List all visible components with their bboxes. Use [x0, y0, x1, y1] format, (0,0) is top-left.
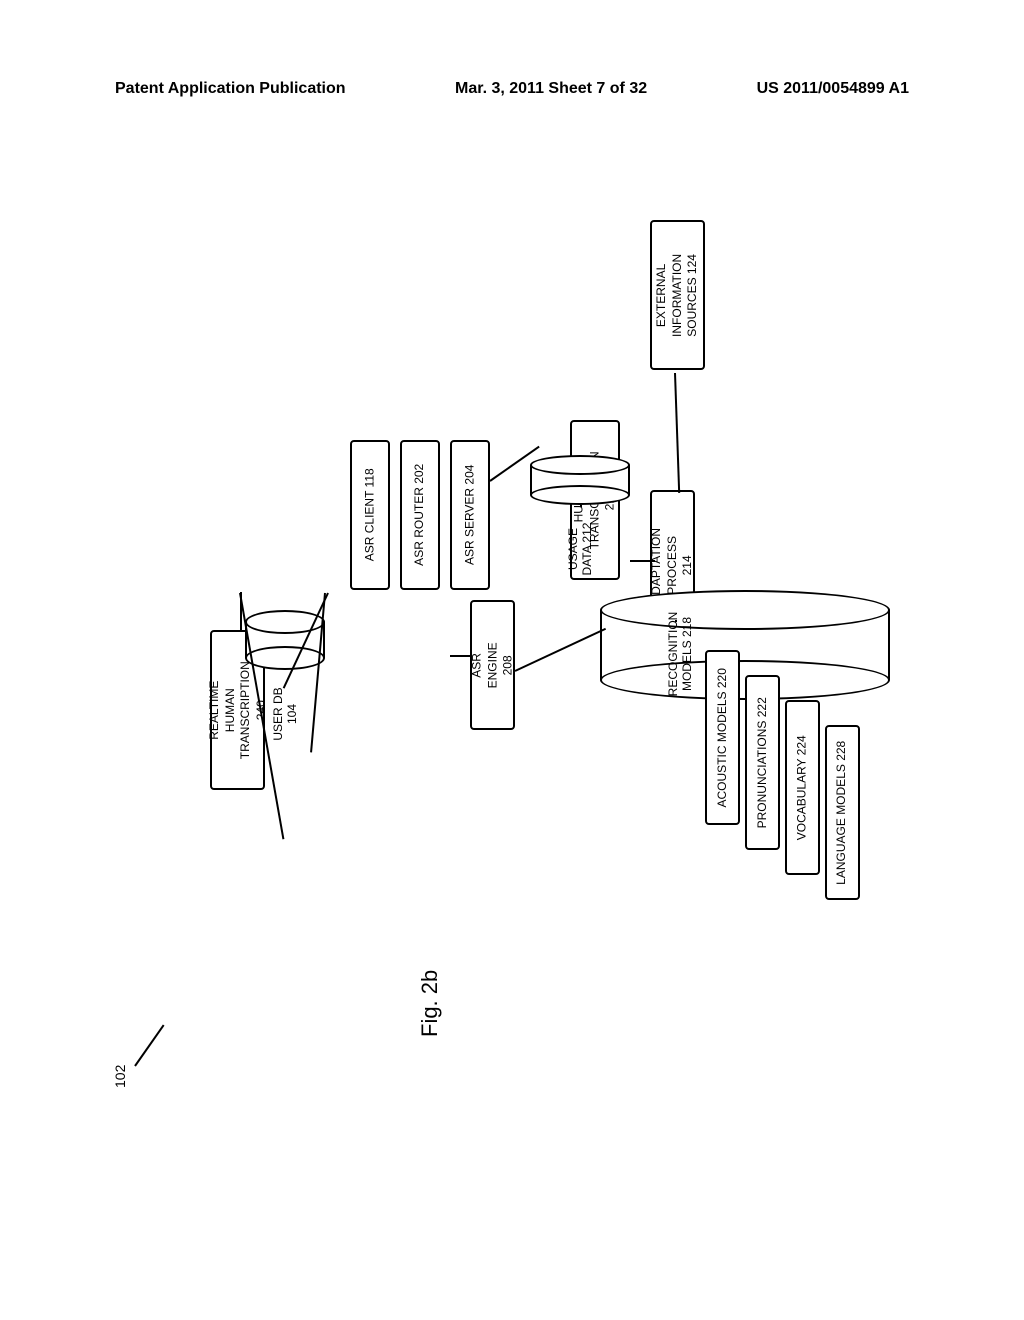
ref-number-102: 102 — [112, 1065, 128, 1088]
connector — [515, 628, 606, 672]
connector — [580, 505, 582, 507]
language-models-box: LANGUAGE MODELS 228 — [825, 725, 860, 900]
ref-line-102 — [134, 1024, 164, 1066]
header-right: US 2011/0054899 A1 — [757, 80, 909, 98]
asr-router-box: ASR ROUTER 202 — [400, 440, 440, 590]
diagram: 102 Fig. 2b ASR CLIENT 118 ASR ROUTER 20… — [80, 200, 944, 1100]
figure-label: Fig. 2b — [417, 970, 443, 1037]
user-db-cylinder: USER DB 104 — [245, 610, 325, 670]
usage-data-cylinder: USAGE DATA 212 — [530, 455, 630, 505]
connector — [450, 655, 470, 657]
header-left: Patent Application Publication — [115, 80, 346, 98]
page-header: Patent Application Publication Mar. 3, 2… — [0, 80, 1024, 98]
pronunciations-box: PRONUNCIATIONS 222 — [745, 675, 780, 850]
header-center: Mar. 3, 2011 Sheet 7 of 32 — [455, 80, 647, 98]
asr-client-box: ASR CLIENT 118 — [350, 440, 390, 590]
asr-server-box: ASR SERVER 204 — [450, 440, 490, 590]
vocabulary-box: VOCABULARY 224 — [785, 700, 820, 875]
connector — [630, 560, 655, 562]
connector — [240, 592, 242, 632]
asr-engine-box: ASR ENGINE 208 — [470, 600, 515, 730]
connector — [674, 373, 680, 493]
external-info-box: EXTERNAL INFORMATION SOURCES 124 — [650, 220, 705, 370]
acoustic-models-box: ACOUSTIC MODELS 220 — [705, 650, 740, 825]
